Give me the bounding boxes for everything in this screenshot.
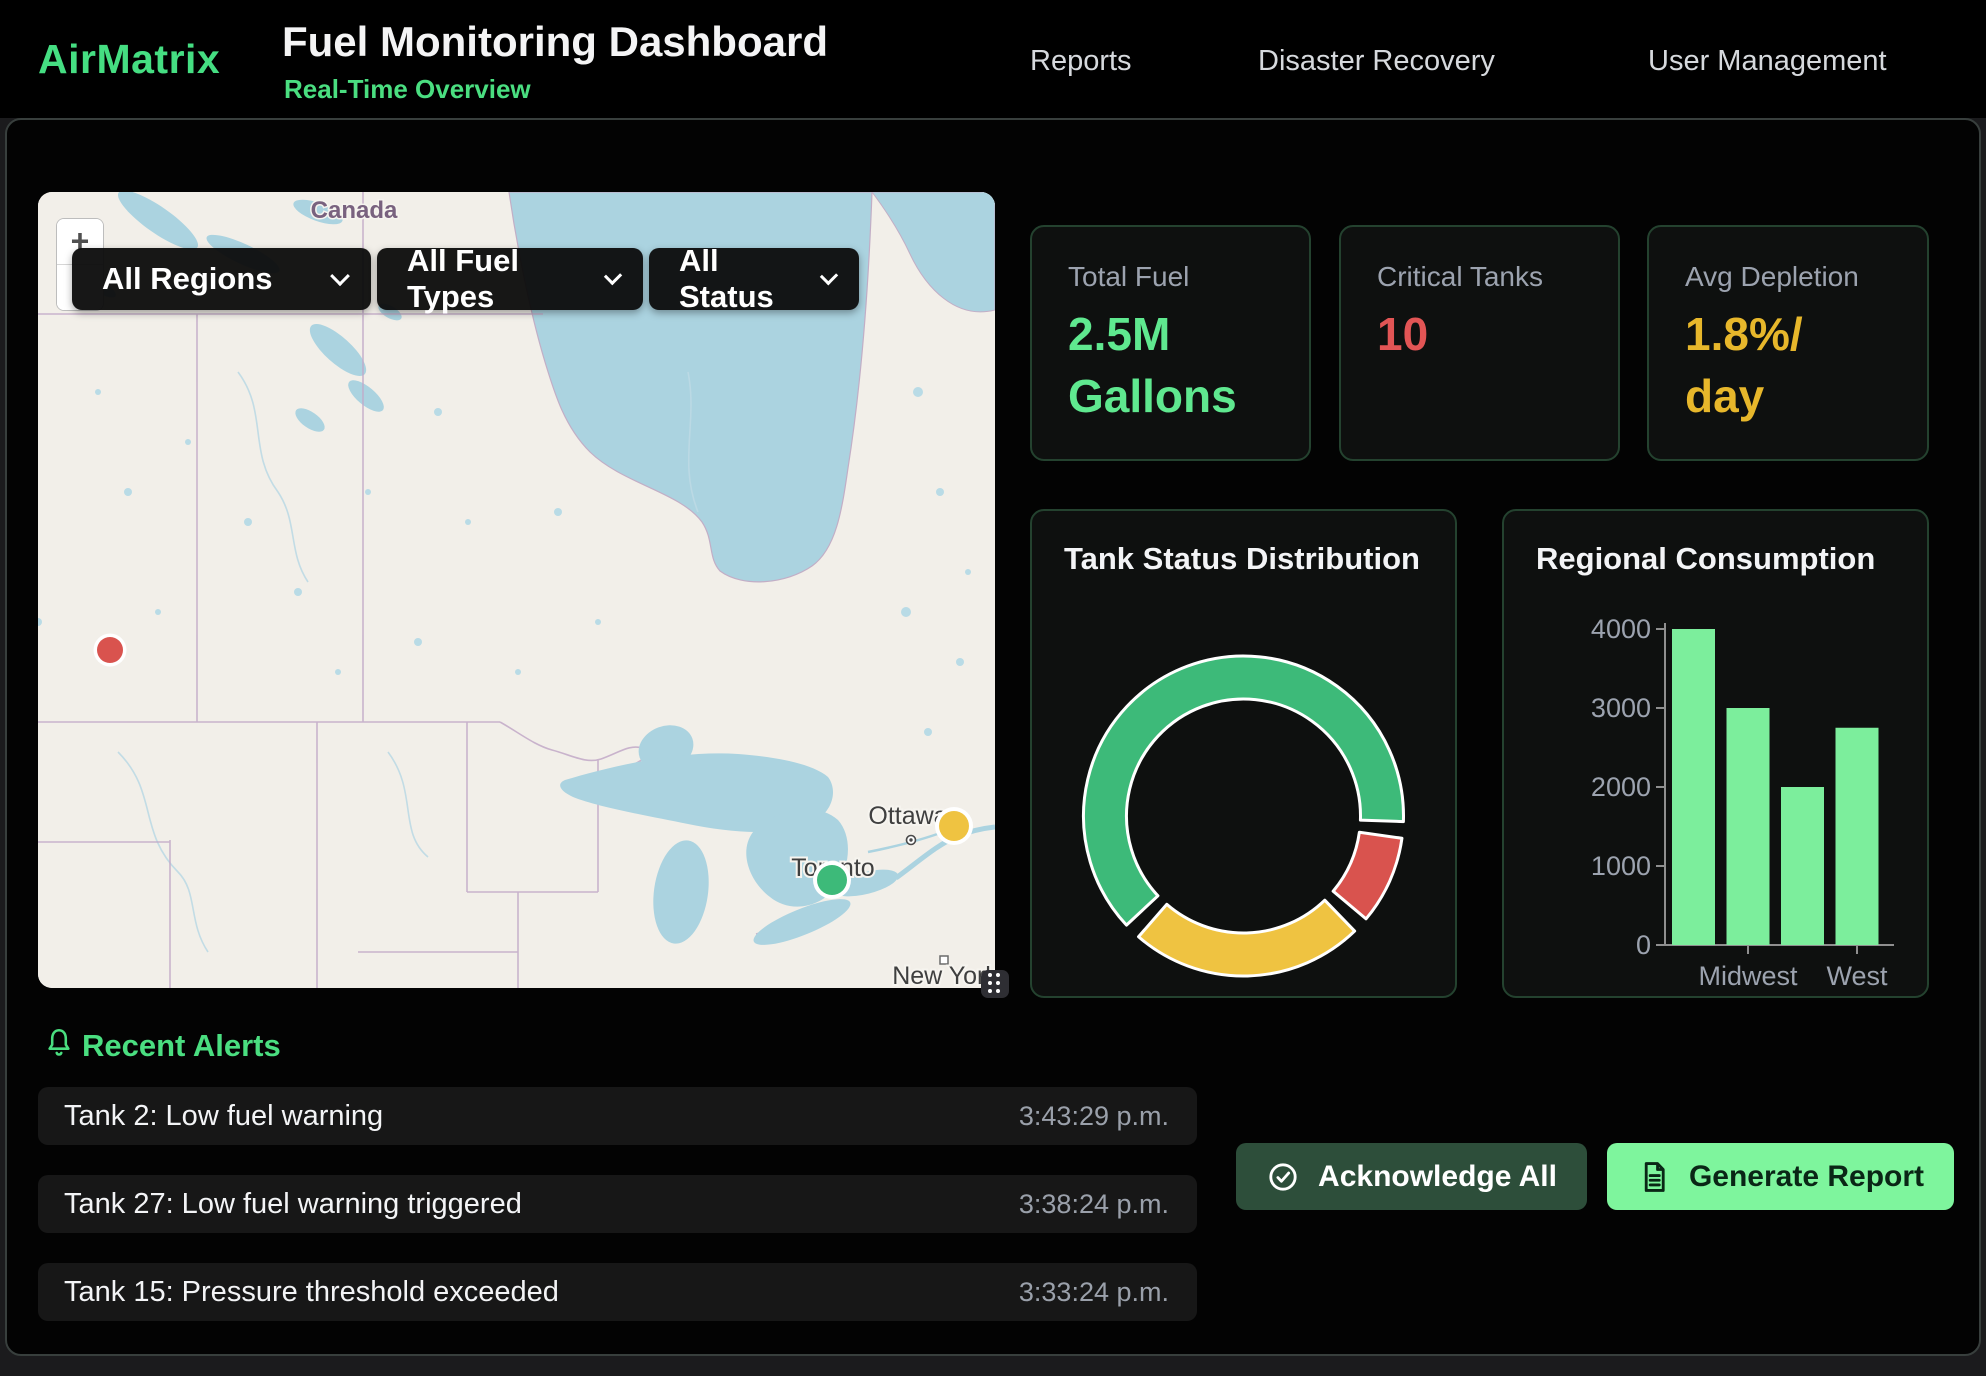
stat-card-critical-tanks: Critical Tanks 10 <box>1339 225 1620 461</box>
chevron-down-icon <box>604 267 623 286</box>
fuel-type-filter-dropdown[interactable]: All Fuel Types <box>377 248 643 310</box>
bar-0 <box>1672 629 1715 945</box>
chart-title: Tank Status Distribution <box>1064 541 1420 577</box>
svg-text:Midwest: Midwest <box>1698 961 1798 991</box>
fuel-map[interactable]: Canada Ottawa Toronto New York + All Reg… <box>38 192 995 988</box>
donut-segment-warning <box>1139 900 1355 976</box>
donut-segment-critical <box>1333 832 1402 919</box>
generate-report-button[interactable]: Generate Report <box>1607 1143 1954 1210</box>
acknowledge-all-label: Acknowledge All <box>1318 1160 1557 1194</box>
fuel-monitoring-dashboard: AirMatrix Fuel Monitoring Dashboard Real… <box>0 0 1986 1376</box>
region-filter-value: All Regions <box>102 261 273 297</box>
svg-text:3000: 3000 <box>1591 693 1651 723</box>
stat-card-avg-depletion: Avg Depletion 1.8%/day <box>1647 225 1929 461</box>
header: AirMatrix Fuel Monitoring Dashboard Real… <box>0 0 1986 118</box>
alert-text: Tank 2: Low fuel warning <box>64 1100 383 1133</box>
alert-row: Tank 27: Low fuel warning triggered 3:38… <box>38 1175 1197 1233</box>
bell-icon <box>42 1026 76 1060</box>
bar-1 <box>1727 708 1770 945</box>
document-icon <box>1637 1160 1671 1194</box>
regional-consumption-bar-chart: 0 1000 2000 3000 4000 Midwest West <box>1504 511 1927 996</box>
alert-timestamp: 3:43:29 p.m. <box>1019 1101 1169 1132</box>
brand-logo[interactable]: AirMatrix <box>38 36 220 83</box>
svg-text:4000: 4000 <box>1591 614 1651 644</box>
status-filter-dropdown[interactable]: All Status <box>649 248 859 310</box>
map-marker-warning[interactable] <box>935 807 973 845</box>
alert-row: Tank 15: Pressure threshold exceeded 3:3… <box>38 1263 1197 1321</box>
nav-reports[interactable]: Reports <box>1030 45 1132 78</box>
alerts-section-title: Recent Alerts <box>82 1028 281 1064</box>
bar-2 <box>1781 787 1824 945</box>
stat-value: 2.5MGallons <box>1068 303 1237 427</box>
tank-status-donut-chart <box>1032 511 1455 996</box>
stat-value: 10 <box>1377 303 1428 365</box>
svg-text:0: 0 <box>1636 930 1651 960</box>
region-filter-dropdown[interactable]: All Regions <box>72 248 371 310</box>
stat-label: Total Fuel <box>1068 261 1189 293</box>
stat-card-total-fuel: Total Fuel 2.5MGallons <box>1030 225 1311 461</box>
svg-text:2000: 2000 <box>1591 772 1651 802</box>
svg-text:West: West <box>1826 961 1888 991</box>
chart-title: Regional Consumption <box>1536 541 1875 577</box>
map-marker-critical[interactable] <box>94 634 127 667</box>
page-subtitle: Real-Time Overview <box>284 74 531 105</box>
check-circle-icon <box>1266 1160 1300 1194</box>
page-title: Fuel Monitoring Dashboard <box>282 18 828 66</box>
stat-label: Avg Depletion <box>1685 261 1859 293</box>
fuel-type-filter-value: All Fuel Types <box>407 243 581 315</box>
alert-row: Tank 2: Low fuel warning 3:43:29 p.m. <box>38 1087 1197 1145</box>
map-town-dot-ottawa-core <box>909 838 912 841</box>
alert-text: Tank 15: Pressure threshold exceeded <box>64 1276 559 1309</box>
stat-value: 1.8%/day <box>1685 303 1803 427</box>
generate-report-label: Generate Report <box>1689 1160 1924 1194</box>
svg-text:1000: 1000 <box>1591 851 1651 881</box>
map-resize-handle[interactable] <box>981 970 1009 998</box>
tank-status-chart-card: Tank Status Distribution <box>1030 509 1457 998</box>
chevron-down-icon <box>820 267 838 285</box>
alert-timestamp: 3:33:24 p.m. <box>1019 1277 1169 1308</box>
status-filter-value: All Status <box>679 243 797 315</box>
acknowledge-all-button[interactable]: Acknowledge All <box>1236 1143 1587 1210</box>
nav-disaster-recovery[interactable]: Disaster Recovery <box>1258 45 1495 78</box>
map-marker-normal[interactable] <box>813 861 851 899</box>
regional-consumption-chart-card: Regional Consumption 0 1000 2000 3000 4000 Mi… <box>1502 509 1929 998</box>
stat-label: Critical Tanks <box>1377 261 1543 293</box>
chevron-down-icon <box>330 266 350 286</box>
bar-3 <box>1836 728 1879 945</box>
alert-text: Tank 27: Low fuel warning triggered <box>64 1188 522 1221</box>
nav-user-management[interactable]: User Management <box>1648 45 1887 78</box>
map-label-country: Canada <box>311 197 398 224</box>
alert-timestamp: 3:38:24 p.m. <box>1019 1189 1169 1220</box>
map-label-new-york: New York <box>892 962 995 988</box>
